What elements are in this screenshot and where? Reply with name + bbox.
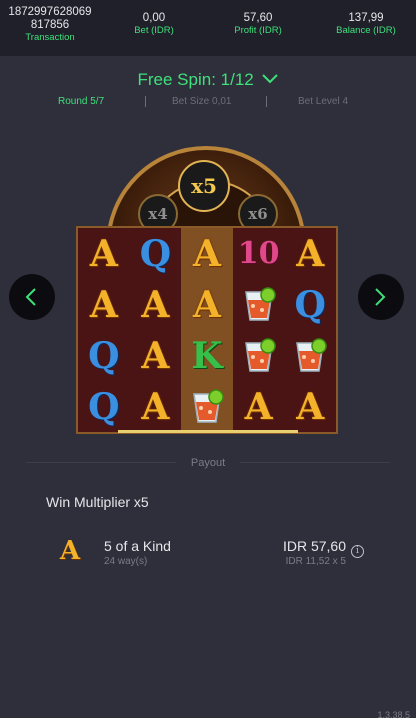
slot-game-view: x4 x6 x5 A Q A 10 A A A A Q Q A K Q A A A — [76, 140, 340, 436]
profit-label: Profit (IDR) — [234, 25, 282, 36]
balance-value: 137,99 — [348, 12, 384, 24]
reel-symbol-a: A — [78, 228, 130, 279]
separator — [266, 96, 267, 107]
transaction-label: Transaction — [25, 32, 75, 43]
free-spin-dropdown[interactable]: Free Spin: 1/12 — [0, 70, 416, 90]
reel-symbol-text: Q — [139, 232, 172, 275]
reel-symbol-10: 10 — [233, 228, 285, 279]
reel-symbol-q: Q — [78, 330, 130, 381]
reel-symbol-text: A — [193, 232, 221, 275]
previous-round-button[interactable] — [9, 274, 55, 320]
reel-symbol-q: Q — [130, 228, 182, 279]
round-info-row: Round 5/7 Bet Size 0,01 Bet Level 4 — [0, 96, 416, 108]
bet-label: Bet (IDR) — [134, 25, 174, 36]
reel-symbol-text: K — [191, 334, 223, 377]
reel-symbol-text: A — [296, 232, 325, 275]
bet-level: Bet Level 4 — [298, 96, 349, 107]
transaction-id-line1: 1872997628069 — [8, 6, 92, 18]
transaction-stat: 1872997628069 817856 Transaction — [0, 0, 100, 56]
chevron-left-icon — [25, 288, 36, 306]
reel-symbol-a: A — [130, 381, 182, 432]
reel-symbol-a: A — [284, 381, 336, 432]
reel-symbol-text: 10 — [237, 236, 280, 271]
reel-symbol-text: A — [141, 385, 170, 428]
balance-label: Balance (IDR) — [336, 25, 396, 36]
reel-symbol-text: Q — [88, 385, 120, 428]
transaction-id-line2: 817856 — [30, 19, 70, 31]
win-multiplier: Win Multiplier x5 — [46, 494, 149, 510]
round-number: Round 5/7 — [58, 96, 105, 107]
payout-symbol-icon: A — [59, 536, 81, 566]
payout-amount: IDR 57,60 — [282, 538, 346, 554]
reel-grid: A Q A 10 A A A A Q Q A K Q A A A — [76, 226, 338, 434]
chevron-down-icon — [262, 69, 279, 89]
reel-symbol-a: A — [233, 381, 285, 432]
reel-symbol-q: Q — [284, 279, 336, 330]
reel-symbol-text: A — [141, 283, 170, 326]
bet-stat: 0,00 Bet (IDR) — [106, 0, 202, 56]
profit-stat: 57,60 Profit (IDR) — [210, 0, 306, 56]
divider — [240, 462, 390, 463]
info-icon[interactable]: i — [351, 545, 364, 558]
reel-symbol-text: A — [89, 232, 118, 275]
reel-symbol-text: A — [141, 334, 170, 377]
bet-size: Bet Size 0,01 — [172, 96, 232, 107]
reel-symbol-a: A — [130, 279, 182, 330]
reel-symbol-a: A — [284, 228, 336, 279]
cocktail-symbol-icon — [233, 330, 285, 381]
reel-symbol-text: Q — [88, 334, 120, 377]
payout-ways: 24 way(s) — [104, 556, 148, 567]
reel-symbol-q: Q — [78, 381, 130, 432]
payout-heading: Payout — [190, 457, 226, 469]
payout-calculation: IDR 11,52 x 5 — [285, 556, 346, 567]
payout-kind: 5 of a Kind — [104, 538, 171, 554]
free-spin-title: Free Spin: 1/12 — [137, 70, 254, 89]
separator — [145, 96, 146, 107]
version-label: 1.3.38.5 — [377, 710, 410, 718]
next-round-button[interactable] — [358, 274, 404, 320]
profit-value: 57,60 — [243, 12, 273, 24]
reel-symbol-k: K — [181, 330, 233, 381]
bet-value: 0,00 — [142, 12, 166, 24]
cocktail-symbol-icon — [233, 279, 285, 330]
cocktail-symbol-icon — [284, 330, 336, 381]
header-bar: 1872997628069 817856 Transaction 0,00 Be… — [0, 0, 416, 56]
reel-symbol-text: Q — [294, 283, 326, 326]
progress-bar — [118, 430, 298, 433]
reel-symbol-text: A — [193, 283, 221, 326]
reel-symbol-a: A — [181, 279, 233, 330]
reel-symbol-a: A — [181, 228, 233, 279]
reel-symbol-text: A — [89, 283, 118, 326]
multiplier-current: x5 — [178, 160, 230, 212]
balance-stat: 137,99 Balance (IDR) — [316, 0, 416, 56]
chevron-right-icon — [375, 288, 386, 306]
reel-symbol-text: A — [296, 385, 325, 428]
reel-symbol-a: A — [130, 330, 182, 381]
reel-symbol-text: A — [244, 385, 273, 428]
reel-symbol-a: A — [78, 279, 130, 330]
cocktail-symbol-icon — [181, 381, 233, 432]
